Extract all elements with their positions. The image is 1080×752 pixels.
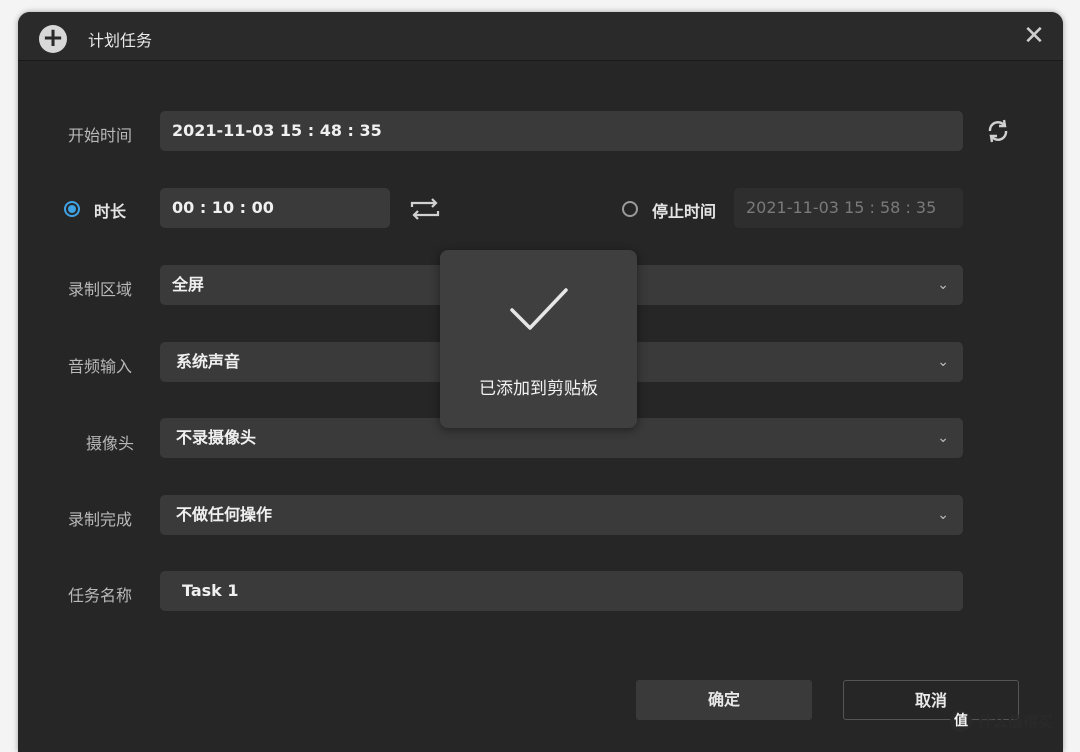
watermark-text: 什么值得买	[978, 712, 1054, 731]
stop-time-input: 2021-11-03 15 : 58 : 35	[734, 188, 963, 228]
task-name-label: 任务名称	[68, 586, 133, 605]
on-complete-value: 不做任何操作	[176, 505, 273, 524]
duration-value: 00 : 10 : 00	[172, 198, 274, 217]
on-complete-label: 录制完成	[68, 510, 133, 529]
chevron-down-icon: ⌄	[937, 277, 949, 293]
start-time-value: 2021-11-03 15 : 48 : 35	[172, 121, 382, 140]
camera-value: 不录摄像头	[176, 428, 257, 447]
on-complete-select[interactable]: 不做任何操作 ⌄	[160, 495, 963, 535]
confirm-button[interactable]: 确定	[636, 680, 812, 720]
start-time-label: 开始时间	[68, 126, 133, 145]
stop-time-radio[interactable]	[622, 201, 638, 217]
watermark-logo: 值	[950, 710, 972, 732]
add-icon: +	[39, 25, 67, 53]
refresh-icon[interactable]	[984, 117, 1012, 145]
audio-input-value: 系统声音	[176, 352, 241, 371]
audio-input-label: 音频输入	[68, 357, 133, 376]
duration-radio[interactable]	[64, 201, 80, 217]
toast-message: 已添加到剪贴板	[479, 379, 598, 399]
title-bar: + 计划任务 ✕	[18, 12, 1063, 61]
stop-time-value: 2021-11-03 15 : 58 : 35	[746, 198, 937, 217]
schedule-task-dialog: + 计划任务 ✕ 开始时间 2021-11-03 15 : 48 : 35 时长…	[18, 12, 1063, 752]
chevron-down-icon: ⌄	[937, 507, 949, 523]
watermark: 值 什么值得买	[950, 706, 1053, 736]
chevron-down-icon: ⌄	[937, 430, 949, 446]
task-name-value: Task 1	[182, 581, 239, 600]
duration-label: 时长	[94, 202, 127, 221]
stop-time-label: 停止时间	[652, 202, 717, 221]
task-name-input[interactable]: Task 1	[160, 571, 963, 611]
chevron-down-icon: ⌄	[937, 354, 949, 370]
dialog-title: 计划任务	[88, 31, 153, 50]
checkmark-icon	[510, 288, 568, 330]
duration-input[interactable]: 00 : 10 : 00	[160, 188, 390, 228]
record-area-label: 录制区域	[68, 280, 133, 299]
close-icon[interactable]: ✕	[1021, 23, 1047, 49]
record-area-value: 全屏	[172, 275, 205, 294]
swap-icon[interactable]	[408, 195, 442, 223]
camera-label: 摄像头	[86, 434, 135, 453]
clipboard-toast: 已添加到剪贴板	[440, 250, 637, 428]
start-time-input[interactable]: 2021-11-03 15 : 48 : 35	[160, 111, 963, 151]
